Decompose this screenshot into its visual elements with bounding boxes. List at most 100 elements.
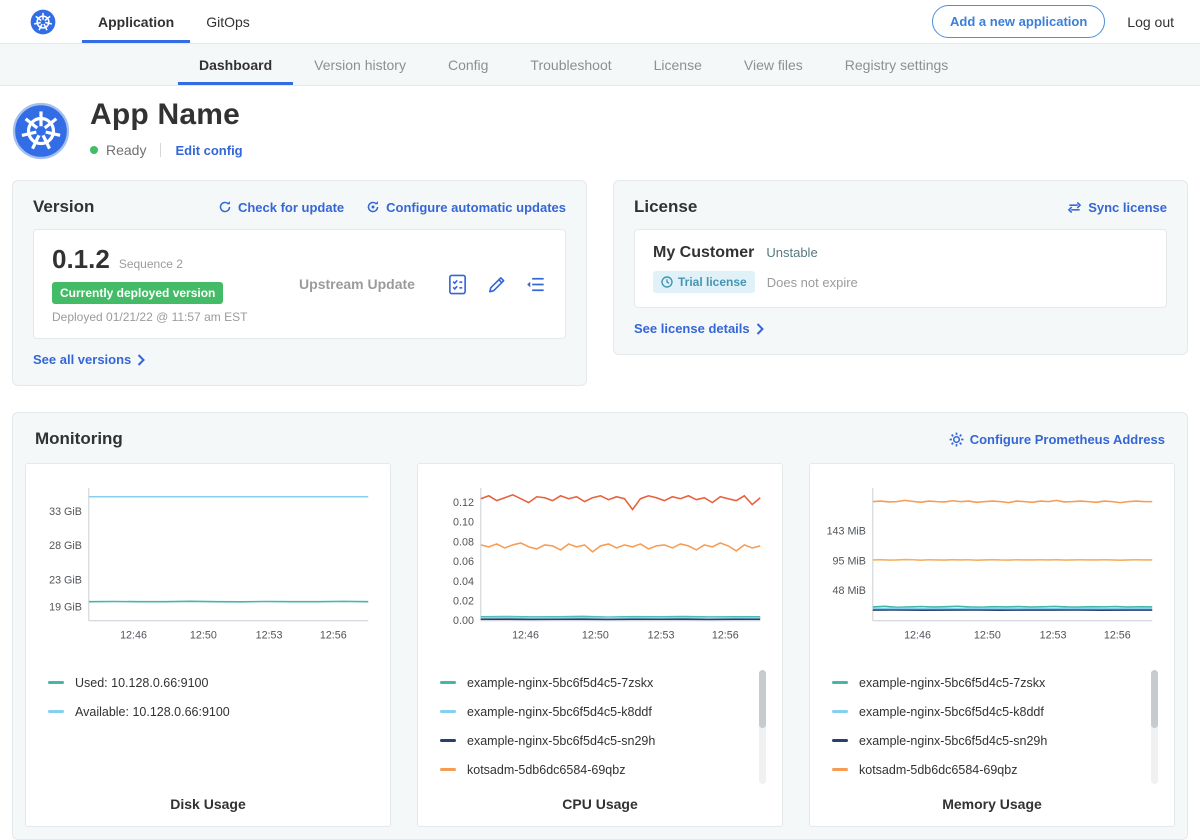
tab-view-files[interactable]: View files bbox=[723, 44, 824, 85]
cpu-usage-panel: 0.120.100.080.060.040.020.0012:4612:5012… bbox=[417, 463, 783, 827]
see-all-versions-link[interactable]: See all versions bbox=[33, 352, 145, 367]
channel-name: Unstable bbox=[766, 245, 817, 260]
disk-usage-legend: Used: 10.128.0.66:9100 Available: 10.128.… bbox=[38, 668, 378, 726]
configure-prometheus-link[interactable]: Configure Prometheus Address bbox=[949, 432, 1165, 447]
legend-scrollbar-thumb[interactable] bbox=[1151, 670, 1158, 728]
legend-item: example-nginx-5bc6f5d4c5-k8ddf bbox=[440, 697, 770, 726]
chevron-right-icon bbox=[137, 354, 145, 366]
chevron-right-icon bbox=[756, 323, 764, 335]
sync-license-link[interactable]: Sync license bbox=[1067, 200, 1167, 215]
svg-text:0.06: 0.06 bbox=[453, 556, 474, 568]
svg-text:12:50: 12:50 bbox=[582, 629, 609, 641]
legend-item: kotsadm-5db6dc6584-69qbz bbox=[440, 755, 770, 784]
svg-text:12:53: 12:53 bbox=[256, 629, 283, 641]
svg-text:19 GiB: 19 GiB bbox=[49, 602, 82, 614]
legend-label: Available: 10.128.0.66:9100 bbox=[75, 705, 230, 719]
svg-text:0.10: 0.10 bbox=[453, 517, 474, 529]
deployed-timestamp: Deployed 01/21/22 @ 11:57 am EST bbox=[52, 310, 267, 324]
svg-text:95 MiB: 95 MiB bbox=[833, 556, 866, 568]
sync-icon bbox=[1067, 201, 1082, 214]
legend-item: example-nginx-5bc6f5d4c5-k8ddf bbox=[832, 697, 1162, 726]
legend-swatch bbox=[832, 710, 848, 713]
edit-config-link[interactable]: Edit config bbox=[175, 143, 242, 158]
upstream-update-label: Upstream Update bbox=[267, 276, 447, 292]
tab-troubleshoot[interactable]: Troubleshoot bbox=[509, 44, 632, 85]
add-application-button[interactable]: Add a new application bbox=[932, 5, 1105, 38]
license-expiry: Does not expire bbox=[767, 275, 858, 290]
legend-scrollbar-thumb[interactable] bbox=[759, 670, 766, 728]
configure-automatic-updates-link[interactable]: Configure automatic updates bbox=[366, 200, 566, 215]
logout-link[interactable]: Log out bbox=[1127, 14, 1174, 30]
svg-text:0.08: 0.08 bbox=[453, 536, 474, 548]
svg-text:23 GiB: 23 GiB bbox=[49, 574, 82, 586]
legend-label: kotsadm-5db6dc6584-69qbz bbox=[859, 763, 1017, 777]
svg-text:12:56: 12:56 bbox=[712, 629, 739, 641]
config-pen-icon[interactable] bbox=[486, 273, 507, 296]
legend-label: example-nginx-5bc6f5d4c5-sn29h bbox=[859, 734, 1047, 748]
cpu-usage-title: CPU Usage bbox=[430, 784, 770, 812]
series-line bbox=[481, 543, 760, 552]
legend-swatch bbox=[440, 710, 456, 713]
navbar-right: Add a new application Log out bbox=[932, 5, 1174, 38]
tab-application[interactable]: Application bbox=[82, 0, 190, 43]
legend-swatch bbox=[832, 681, 848, 684]
version-card-title: Version bbox=[33, 197, 94, 217]
svg-text:12:56: 12:56 bbox=[1104, 629, 1131, 641]
license-card-title: License bbox=[634, 197, 697, 217]
top-navbar: Application GitOps Add a new application… bbox=[0, 0, 1200, 44]
legend-swatch bbox=[48, 681, 64, 684]
tab-registry-settings[interactable]: Registry settings bbox=[824, 44, 969, 85]
tab-dashboard[interactable]: Dashboard bbox=[178, 44, 293, 85]
svg-text:0.12: 0.12 bbox=[453, 497, 474, 509]
legend-item: example-nginx-5bc6f5d4c5-7zskx bbox=[832, 668, 1162, 697]
check-for-update-link[interactable]: Check for update bbox=[218, 200, 344, 215]
legend-swatch bbox=[832, 739, 848, 742]
current-version-box: 0.1.2 Sequence 2 Currently deployed vers… bbox=[33, 229, 566, 339]
legend-scrollbar[interactable] bbox=[1151, 670, 1158, 784]
memory-usage-title: Memory Usage bbox=[822, 784, 1162, 812]
legend-swatch bbox=[832, 768, 848, 771]
release-notes-icon[interactable] bbox=[525, 273, 547, 296]
license-box: My Customer Unstable Trial license Does … bbox=[634, 229, 1167, 308]
svg-text:0.02: 0.02 bbox=[453, 595, 474, 607]
cpu-usage-legend: example-nginx-5bc6f5d4c5-7zskxexample-ng… bbox=[430, 668, 770, 784]
legend-label: example-nginx-5bc6f5d4c5-k8ddf bbox=[467, 705, 652, 719]
cards-row: Version Check for update Configure au bbox=[0, 176, 1200, 386]
svg-text:12:50: 12:50 bbox=[190, 629, 217, 641]
tab-version-history[interactable]: Version history bbox=[293, 44, 427, 85]
preflight-checks-icon[interactable] bbox=[447, 273, 468, 296]
tab-license[interactable]: License bbox=[633, 44, 723, 85]
legend-label: Used: 10.128.0.66:9100 bbox=[75, 676, 208, 690]
tab-gitops[interactable]: GitOps bbox=[190, 0, 266, 43]
legend-item: Used: 10.128.0.66:9100 bbox=[48, 668, 378, 697]
svg-text:12:53: 12:53 bbox=[1040, 629, 1067, 641]
svg-text:0.04: 0.04 bbox=[453, 576, 474, 588]
version-card: Version Check for update Configure au bbox=[12, 180, 587, 386]
version-sequence: Sequence 2 bbox=[119, 257, 183, 271]
memory-usage-panel: 143 MiB95 MiB48 MiB12:4612:5012:5312:56 … bbox=[809, 463, 1175, 827]
version-number: 0.1.2 bbox=[52, 244, 110, 275]
see-license-details-link[interactable]: See license details bbox=[634, 321, 764, 336]
chart-canvas: 0.120.100.080.060.040.020.0012:4612:5012… bbox=[430, 476, 770, 658]
disk-usage-title: Disk Usage bbox=[38, 784, 378, 812]
tab-config[interactable]: Config bbox=[427, 44, 509, 85]
monitoring-card: Monitoring Configure Prometheus Address bbox=[12, 412, 1188, 840]
memory-usage-chart: 143 MiB95 MiB48 MiB12:4612:5012:5312:56 bbox=[822, 476, 1162, 658]
legend-item: example-nginx-5bc6f5d4c5-sn29h bbox=[440, 726, 770, 755]
memory-usage-legend: example-nginx-5bc6f5d4c5-7zskx example-ng… bbox=[822, 668, 1162, 784]
trial-license-badge: Trial license bbox=[653, 271, 755, 293]
svg-text:28 GiB: 28 GiB bbox=[49, 540, 82, 552]
series-line bbox=[873, 500, 1152, 502]
app-subnav: Dashboard Version history Config Trouble… bbox=[0, 44, 1200, 86]
auto-update-icon bbox=[366, 200, 380, 214]
svg-text:12:56: 12:56 bbox=[320, 629, 347, 641]
legend-label: kotsadm-5db6dc6584-69qbz bbox=[467, 763, 625, 777]
legend-item: example-nginx-5bc6f5d4c5-sn29h bbox=[832, 726, 1162, 755]
legend-label: example-nginx-5bc6f5d4c5-7zskx bbox=[859, 676, 1045, 690]
legend-label: example-nginx-5bc6f5d4c5-sn29h bbox=[467, 734, 655, 748]
kubernetes-logo-icon bbox=[30, 9, 56, 35]
legend-scrollbar[interactable] bbox=[759, 670, 766, 784]
chart-canvas: 33 GiB28 GiB23 GiB19 GiB12:4612:5012:531… bbox=[38, 476, 378, 658]
svg-text:33 GiB: 33 GiB bbox=[49, 506, 82, 518]
app-header: App Name Ready Edit config bbox=[0, 86, 1200, 176]
